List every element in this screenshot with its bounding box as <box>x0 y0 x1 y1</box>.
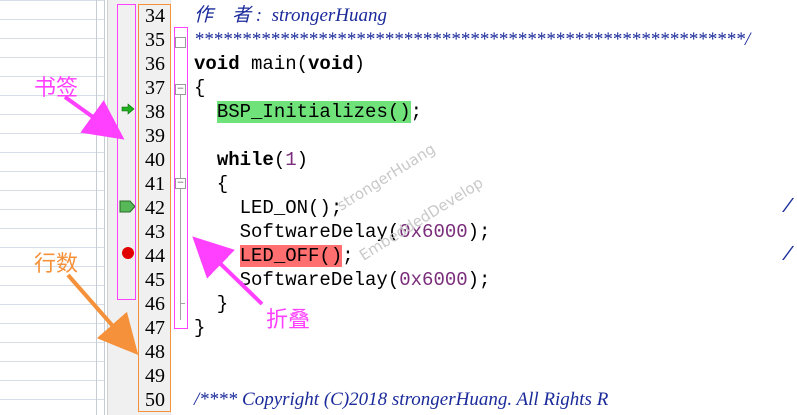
bookmark-arrow <box>63 95 125 140</box>
line-number-arrow <box>66 273 139 356</box>
annotation-arrows <box>63 95 264 356</box>
fold-arrow <box>192 236 264 306</box>
